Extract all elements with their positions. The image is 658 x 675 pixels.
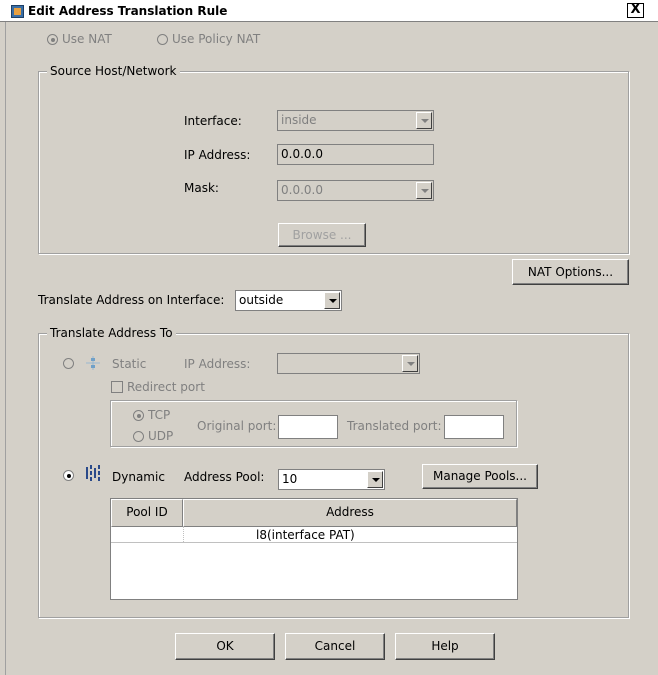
- use-policy-nat-label: Use Policy NAT: [172, 32, 261, 46]
- translated-port-input[interactable]: [444, 415, 504, 439]
- column-divider: [183, 527, 184, 542]
- tcp-label: TCP: [148, 408, 171, 422]
- address-pool-value: 10: [282, 472, 298, 486]
- static-radio[interactable]: [63, 358, 74, 369]
- dynamic-radio[interactable]: [63, 470, 74, 481]
- static-ip-label: IP Address:: [184, 357, 251, 371]
- udp-label: UDP: [148, 429, 174, 443]
- ok-button[interactable]: OK: [175, 633, 275, 660]
- redirect-port-label: Redirect port: [127, 380, 205, 394]
- title-bar: Edit Address Translation Rule X: [0, 0, 658, 22]
- chevron-down-icon: [367, 471, 383, 488]
- column-header-address[interactable]: Address: [183, 499, 517, 527]
- ip-address-input[interactable]: 0.0.0.0: [277, 144, 434, 165]
- mask-select[interactable]: 0.0.0.0: [277, 180, 434, 201]
- static-ip-select[interactable]: [277, 353, 420, 374]
- static-label: Static: [112, 357, 147, 371]
- manage-pools-button[interactable]: Manage Pools...: [422, 464, 538, 489]
- cancel-button[interactable]: Cancel: [285, 633, 385, 660]
- nat-options-button[interactable]: NAT Options...: [512, 259, 629, 285]
- dynamic-label: Dynamic: [112, 470, 165, 484]
- chevron-down-icon: [416, 112, 432, 129]
- table-row[interactable]: l8(interface PAT): [111, 527, 517, 543]
- redirect-port-checkbox[interactable]: [111, 381, 123, 393]
- udp-radio[interactable]: [133, 431, 144, 442]
- use-nat-radio[interactable]: [47, 34, 58, 45]
- address-pool-select[interactable]: 10: [278, 469, 385, 490]
- address-pool-table[interactable]: Pool ID Address l8(interface PAT): [110, 498, 518, 600]
- static-nat-icon: [86, 356, 100, 370]
- chevron-down-icon: [324, 292, 340, 309]
- help-button[interactable]: Help: [395, 633, 495, 660]
- translate-interface-value: outside: [239, 293, 284, 307]
- dialog-left-edge: [5, 22, 6, 675]
- browse-button[interactable]: Browse ...: [278, 223, 366, 247]
- translate-to-group-title: Translate Address To: [47, 326, 176, 340]
- source-group-title: Source Host/Network: [47, 64, 180, 78]
- chevron-down-icon: [402, 355, 418, 372]
- interface-select[interactable]: inside: [277, 110, 434, 131]
- original-port-label: Original port:: [197, 419, 277, 433]
- column-header-pool-id[interactable]: Pool ID: [111, 499, 183, 527]
- mask-label: Mask:: [184, 181, 219, 195]
- use-policy-nat-radio[interactable]: [157, 34, 168, 45]
- use-nat-label: Use NAT: [62, 32, 112, 46]
- mask-value: 0.0.0.0: [281, 183, 323, 197]
- window-app-icon: [11, 5, 24, 18]
- dynamic-nat-icon: [86, 465, 100, 481]
- address-pool-label: Address Pool:: [184, 470, 265, 484]
- interface-value: inside: [281, 113, 317, 127]
- close-button[interactable]: X: [627, 3, 644, 18]
- translated-port-label: Translated port:: [347, 419, 442, 433]
- ip-address-label: IP Address:: [184, 148, 251, 162]
- translate-interface-select[interactable]: outside: [235, 290, 342, 311]
- chevron-down-icon: [416, 182, 432, 199]
- original-port-input[interactable]: [278, 415, 338, 439]
- tcp-radio[interactable]: [133, 410, 144, 421]
- interface-label: Interface:: [184, 114, 242, 128]
- table-cell-address: l8(interface PAT): [256, 528, 355, 542]
- window-title: Edit Address Translation Rule: [28, 4, 228, 18]
- translate-interface-label: Translate Address on Interface:: [38, 293, 225, 307]
